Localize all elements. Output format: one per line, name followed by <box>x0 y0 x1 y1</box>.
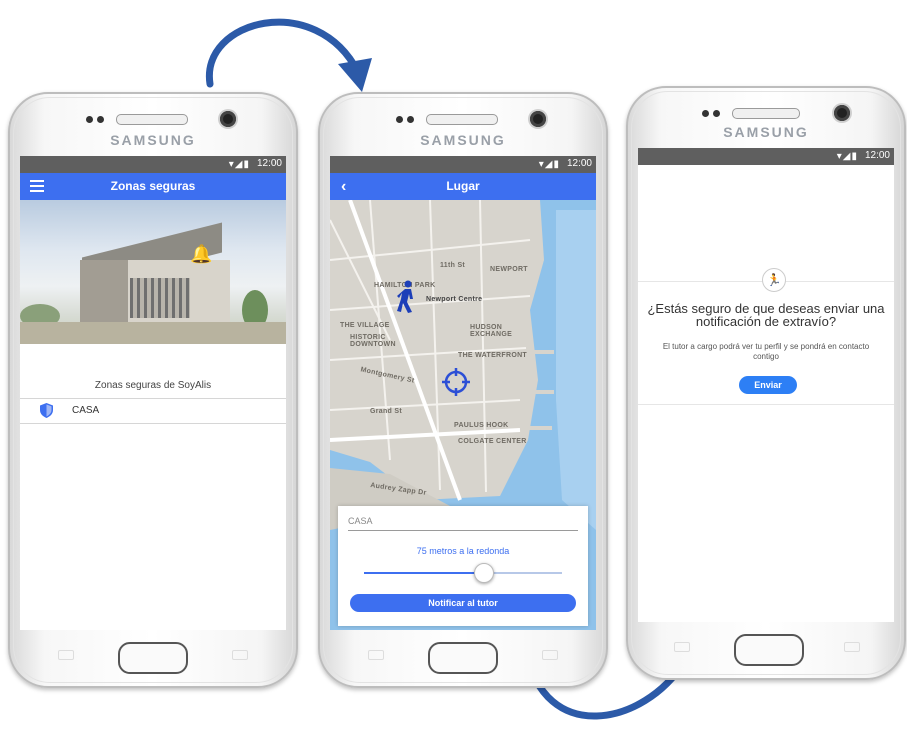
list-item[interactable]: CASA <box>20 399 286 423</box>
device-brand: SAMSUNG <box>110 132 196 148</box>
status-time: 12:00 <box>566 158 592 169</box>
earpiece-speaker <box>426 114 498 125</box>
slider-thumb[interactable] <box>473 563 494 583</box>
section-caption: Zonas seguras de SoyAlis <box>94 380 212 391</box>
menu-icon[interactable] <box>30 180 44 192</box>
list-item-label: CASA <box>72 405 100 416</box>
dialog-border <box>638 404 894 405</box>
location-target-icon[interactable] <box>442 368 470 396</box>
home-button[interactable] <box>734 634 804 666</box>
home-button[interactable] <box>118 642 188 674</box>
status-bar: ▾◢▮ 12:00 <box>20 156 286 173</box>
divider <box>20 423 286 424</box>
map-label: NEWPORT <box>490 266 528 273</box>
signal-icon: ▾◢▮ <box>836 151 858 162</box>
sensor-dot <box>407 116 414 123</box>
map-label: 11th St <box>440 262 466 269</box>
device-brand: SAMSUNG <box>420 132 506 148</box>
map-label: THE VILLAGE <box>340 322 390 329</box>
walking-person-icon <box>397 280 413 313</box>
send-button[interactable]: Enviar <box>739 376 797 394</box>
phone-2: SAMSUNG ▾◢▮ 12:00 ‹ Lugar 11th St NEWPOR… <box>318 92 608 688</box>
signal-icon: ▾◢▮ <box>228 159 250 170</box>
map-label: THE WATERFRONT <box>458 352 528 359</box>
map-label: COLGATE CENTER <box>458 438 527 445</box>
earpiece-speaker <box>732 108 800 119</box>
back-arrow-icon[interactable]: ‹ <box>341 173 346 200</box>
radius-label: 75 metros a la redonda <box>416 546 510 556</box>
place-settings-card: CASA 75 metros a la redonda Notificar al… <box>338 506 588 626</box>
shield-icon <box>40 403 53 418</box>
app-bar: ‹ Lugar <box>330 173 596 200</box>
status-bar: ▾◢▮ 12:00 <box>638 148 894 165</box>
sensor-dot <box>713 110 720 117</box>
slider-fill <box>364 572 483 574</box>
flow-arrow-top <box>206 18 372 92</box>
page-title: Zonas seguras <box>110 179 196 193</box>
recent-apps-key[interactable] <box>368 650 384 660</box>
phone-3: SAMSUNG ▾◢▮ 12:00 🏃 ¿Estás seguro de que… <box>626 86 906 680</box>
map-view[interactable]: 11th St NEWPORT HAMILTON PARK Newport Ce… <box>330 200 596 630</box>
earpiece-speaker <box>116 114 188 125</box>
device-brand: SAMSUNG <box>723 124 809 140</box>
recent-apps-key[interactable] <box>674 642 690 652</box>
app-bar: Zonas seguras <box>20 173 286 200</box>
place-name-field[interactable]: CASA <box>348 516 373 526</box>
bell-icon[interactable]: 🔔 <box>190 244 212 265</box>
front-camera <box>834 105 850 121</box>
sensor-dot <box>97 116 104 123</box>
dialog-message: El tutor a cargo podrá ver tu perfil y s… <box>662 342 870 361</box>
back-key[interactable] <box>542 650 558 660</box>
map-label: PAULUS HOOK <box>454 422 509 429</box>
running-person-icon: 🏃 <box>762 268 786 292</box>
sensor-dot <box>702 110 709 117</box>
status-bar: ▾◢▮ 12:00 <box>330 156 596 173</box>
status-time: 12:00 <box>864 150 890 161</box>
field-underline <box>348 530 578 531</box>
sensor-dot <box>86 116 93 123</box>
recent-apps-key[interactable] <box>58 650 74 660</box>
map-label: HISTORIC DOWNTOWN <box>350 334 396 348</box>
phone-1: SAMSUNG ▾◢▮ 12:00 Zonas seguras 🔔 Zonas … <box>8 92 298 688</box>
screen-lugar: ▾◢▮ 12:00 ‹ Lugar 11th St NEWPORT HAMILT… <box>330 156 596 630</box>
map-label: Grand St <box>370 408 402 415</box>
screen-zonas-seguras: ▾◢▮ 12:00 Zonas seguras 🔔 Zonas seguras … <box>20 156 286 630</box>
status-time: 12:00 <box>256 158 282 169</box>
home-button[interactable] <box>428 642 498 674</box>
back-key[interactable] <box>844 642 860 652</box>
signal-icon: ▾◢▮ <box>538 159 560 170</box>
page-title: Lugar <box>446 179 480 193</box>
map-label: HUDSON EXCHANGE <box>470 324 513 338</box>
screen-notificacion: ▾◢▮ 12:00 🏃 ¿Estás seguro de que deseas … <box>638 148 894 622</box>
building-illustration: 🔔 <box>20 200 286 344</box>
front-camera <box>530 111 546 127</box>
radius-slider[interactable] <box>364 563 562 583</box>
dialog-question: ¿Estás seguro de que deseas enviar una n… <box>647 301 885 329</box>
sensor-dot <box>396 116 403 123</box>
notify-tutor-button[interactable]: Notificar al tutor <box>350 594 576 612</box>
map-label: Newport Centre <box>426 296 483 303</box>
back-key[interactable] <box>232 650 248 660</box>
front-camera <box>220 111 236 127</box>
